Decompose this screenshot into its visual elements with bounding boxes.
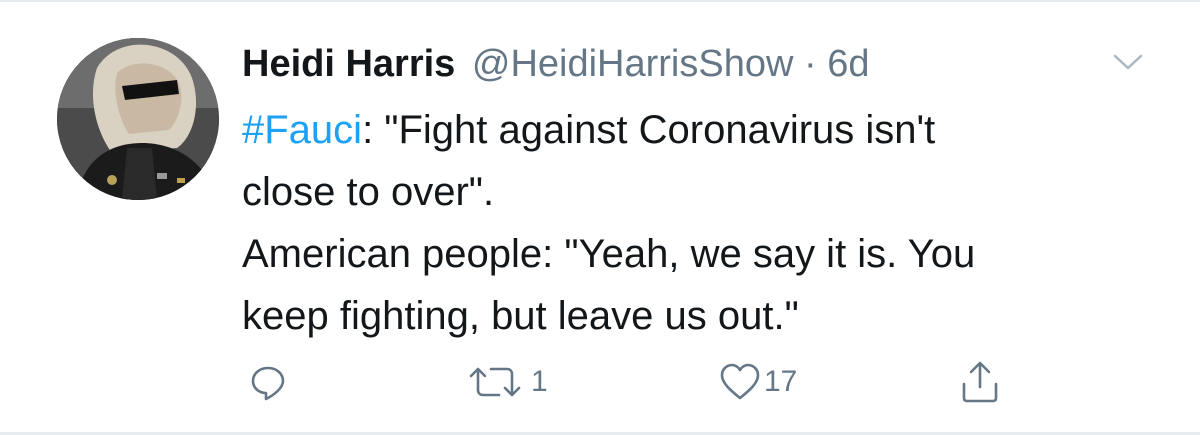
share-icon <box>962 361 998 403</box>
tweet-text-line-1: #Fauci: "Fight against Coronavirus isn't <box>242 99 1142 161</box>
tweet-text-line-1-rest: : "Fight against Coronavirus isn't <box>362 108 936 152</box>
tweet[interactable]: Heidi Harris @HeidiHarrisShow · 6d #Fauc… <box>0 0 1200 432</box>
share-button[interactable] <box>958 361 1002 403</box>
chevron-down-icon[interactable] <box>1110 50 1146 74</box>
hashtag-link[interactable]: #Fauci <box>242 108 362 152</box>
tweet-header: Heidi Harris @HeidiHarrisShow · 6d <box>242 38 870 90</box>
timestamp[interactable]: 6d <box>827 43 869 85</box>
tweet-text-line-3: American people: "Yeah, we say it is. Yo… <box>242 232 976 276</box>
separator-dot: · <box>804 43 817 85</box>
like-count: 17 <box>764 365 798 398</box>
avatar-image <box>57 38 219 200</box>
tweet-text-line-2: close to over". <box>242 170 495 214</box>
retweet-icon <box>469 367 521 397</box>
retweet-button[interactable]: 1 <box>465 362 548 402</box>
like-button[interactable]: 17 <box>718 362 797 402</box>
display-name[interactable]: Heidi Harris <box>242 43 455 85</box>
reply-icon <box>251 366 285 401</box>
avatar[interactable] <box>57 38 219 200</box>
tweet-text-line-4: keep fighting, but leave us out." <box>242 294 799 338</box>
heart-icon <box>720 363 760 400</box>
user-handle[interactable]: @HeidiHarrisShow <box>472 43 794 85</box>
reply-button[interactable] <box>248 362 288 402</box>
retweet-count: 1 <box>531 365 548 398</box>
tweet-text: #Fauci: "Fight against Coronavirus isn't… <box>242 99 1142 347</box>
